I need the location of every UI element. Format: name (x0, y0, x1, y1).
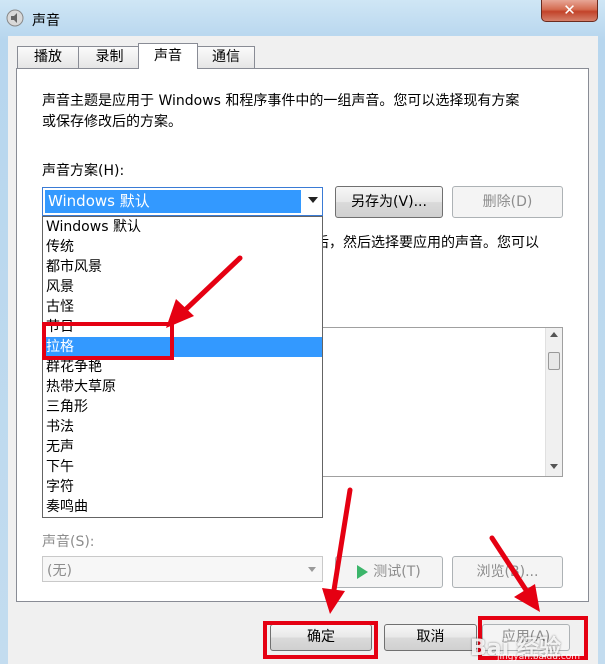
test-button-label: 测试(T) (373, 564, 421, 580)
dropdown-option[interactable]: 都市风景 (43, 257, 322, 277)
dropdown-option[interactable]: 下午 (43, 457, 322, 477)
watermark-url: jingyan.baidu.com (497, 652, 581, 662)
dropdown-option[interactable]: 三角形 (43, 397, 322, 417)
sound-label: 声音(S): (42, 534, 95, 550)
scroll-down-icon[interactable] (550, 464, 558, 469)
dropdown-option[interactable]: 书法 (43, 417, 322, 437)
cancel-button[interactable]: 取消 (384, 624, 477, 651)
delete-button[interactable]: 删除(D) (452, 186, 563, 218)
annotation-box-ok (263, 621, 378, 659)
dropdown-option[interactable]: 无声 (43, 437, 322, 457)
sound-scheme-dropdown-list[interactable]: Windows 默认 传统 都市风景 风景 古怪 节日 拉格 群花争艳 热带大草原 三角形 书法 无声… (42, 216, 323, 518)
tab-communications[interactable]: 通信 (197, 46, 255, 68)
annotation-box-lage (42, 322, 174, 360)
dropdown-option[interactable]: Windows 默认 (43, 217, 322, 237)
sound-scheme-select-value: Windows 默认 (45, 190, 301, 213)
description-partial-text: 后，然后选择要应用的声音。您可以 (315, 235, 539, 251)
sound-select[interactable]: (无) (42, 556, 323, 582)
close-button[interactable]: ✕ (541, 0, 598, 22)
tab-recording[interactable]: 录制 (78, 46, 141, 68)
dropdown-option[interactable]: 群花争艳 (43, 357, 322, 377)
tab-playback[interactable]: 播放 (17, 46, 79, 68)
tab-sounds[interactable]: 声音 (138, 43, 198, 69)
dropdown-option[interactable]: 热带大草原 (43, 377, 322, 397)
description-line-1: 声音主题是应用于 Windows 和程序事件中的一组声音。您可以选择现有方案 (42, 93, 520, 109)
dropdown-option[interactable]: 古怪 (43, 297, 322, 317)
events-scrollbar[interactable] (545, 328, 562, 476)
dropdown-option[interactable]: 奏鸣曲 (43, 497, 322, 517)
browse-button[interactable]: 浏览(B)... (452, 556, 563, 588)
test-button[interactable]: 测试(T) (335, 556, 443, 588)
dropdown-option[interactable]: 传统 (43, 237, 322, 257)
scroll-thumb[interactable] (548, 352, 560, 370)
scroll-up-icon[interactable] (550, 332, 558, 337)
description-line-2: 或保存修改后的方案。 (42, 114, 182, 130)
dropdown-option[interactable]: 风景 (43, 277, 322, 297)
title-bar: 声音 ✕ (0, 0, 605, 36)
sound-select-value: (无) (47, 563, 72, 579)
sound-scheme-select[interactable]: Windows 默认 (42, 187, 323, 216)
chevron-down-icon (308, 197, 318, 203)
save-as-button[interactable]: 另存为(V)... (335, 186, 443, 218)
window-title: 声音 (32, 13, 60, 29)
dropdown-option[interactable]: 字符 (43, 477, 322, 497)
speaker-icon (6, 9, 24, 27)
chevron-down-icon (308, 567, 316, 572)
play-icon (357, 565, 369, 579)
sound-scheme-label: 声音方案(H): (42, 163, 125, 179)
